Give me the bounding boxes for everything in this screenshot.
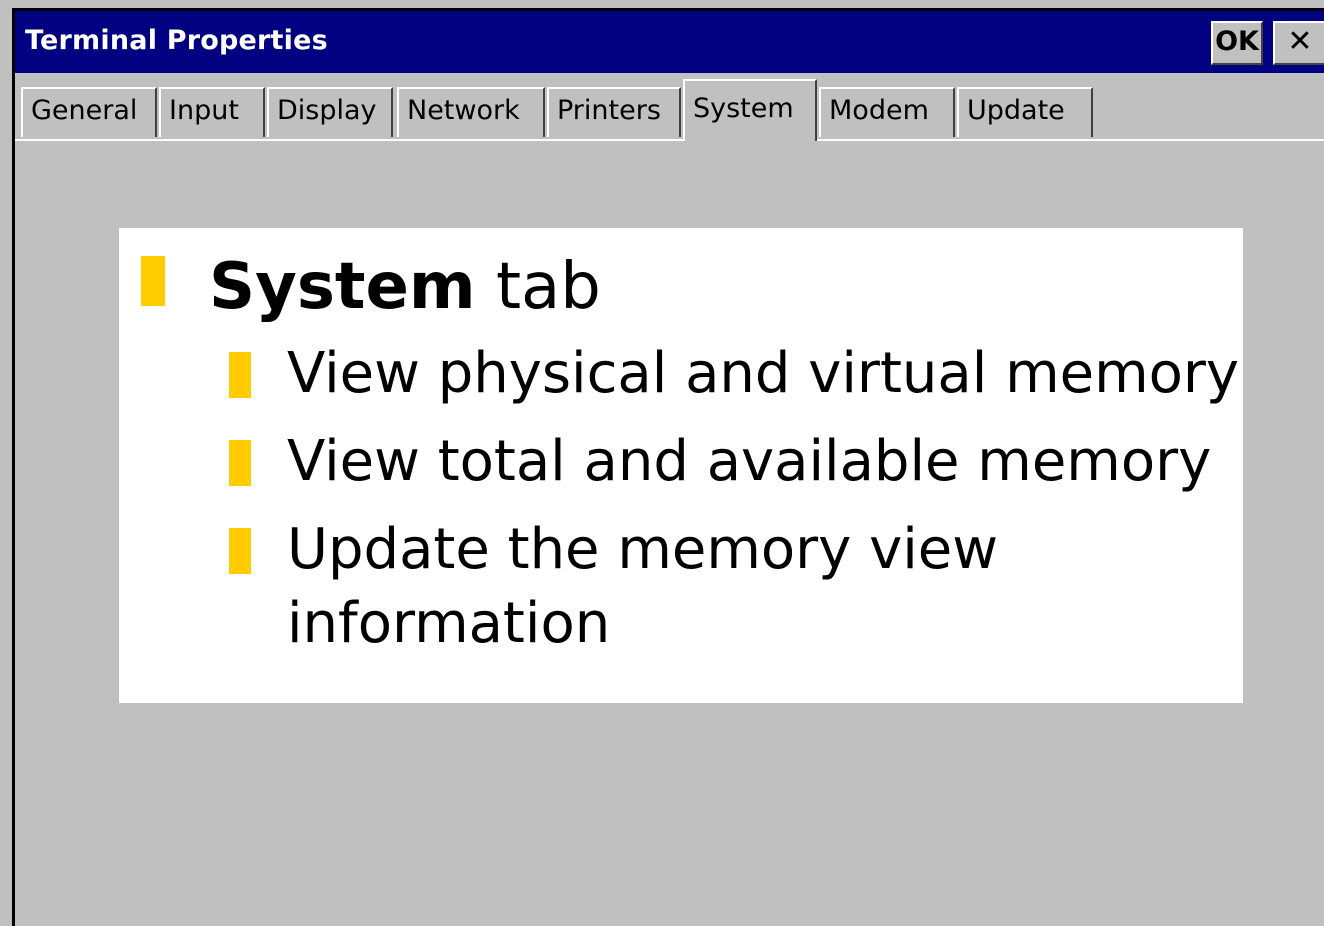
item-bullet-icon [229,440,251,486]
tab-update[interactable]: Update [957,87,1093,137]
item-bullet-icon [229,352,251,398]
terminal-properties-window: Terminal Properties OK ✕ General Input D… [12,8,1324,926]
slide-heading: System tab [209,250,601,324]
tab-display[interactable]: Display [267,87,393,137]
tab-strip: General Input Display Network Printers S… [15,73,1324,141]
tab-network[interactable]: Network [397,87,545,137]
title-bar: Terminal Properties OK ✕ [15,11,1324,73]
tab-modem[interactable]: Modem [819,87,955,137]
window-title: Terminal Properties [25,25,328,56]
list-item: View total and available memory [287,429,1212,494]
heading-bullet-icon [141,256,165,306]
tab-general[interactable]: General [21,87,157,137]
tab-system[interactable]: System [683,79,817,141]
heading-bold-text: System [209,250,476,324]
ok-button[interactable]: OK [1211,21,1263,65]
tab-printers[interactable]: Printers [547,87,681,137]
close-icon[interactable]: ✕ [1273,21,1324,65]
item-bullet-icon [229,528,251,574]
slide-content-panel: System tab View physical and virtual mem… [119,228,1243,703]
heading-rest-text: tab [475,250,601,324]
list-item: View physical and virtual memory [287,341,1240,406]
tab-input[interactable]: Input [159,87,265,137]
list-item-continuation: information [287,591,611,656]
list-item: Update the memory view [287,517,999,582]
